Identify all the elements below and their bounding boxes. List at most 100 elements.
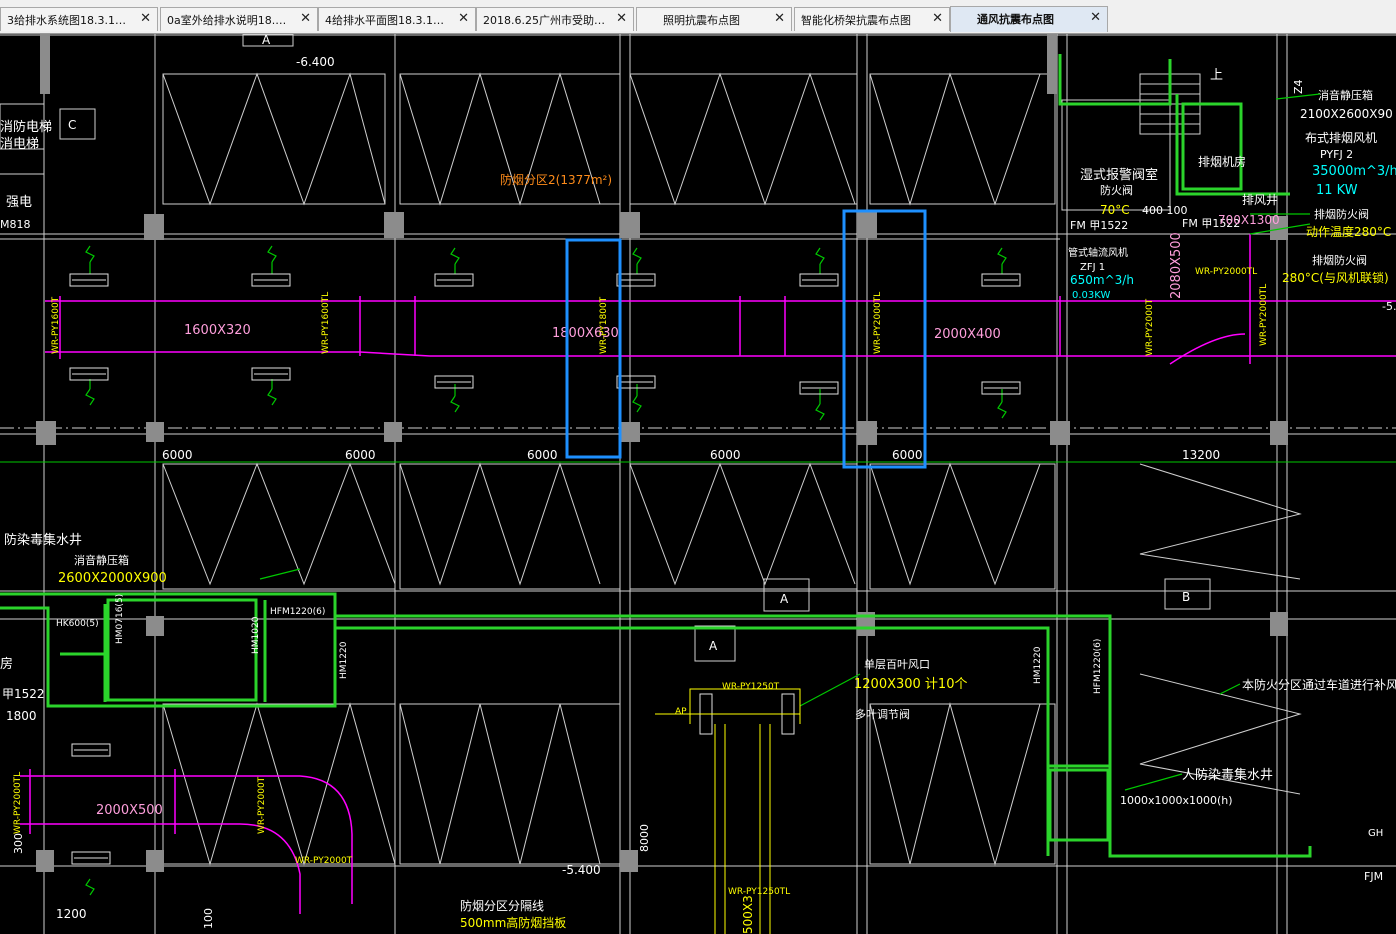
- close-icon[interactable]: ✕: [300, 11, 311, 26]
- anti-poison-well: 防染毒集水井: [4, 532, 82, 548]
- smoke-zone-label: 防烟分区2(1377m²): [500, 172, 612, 187]
- exhaust-valve-2: 排烟防火阀: [1312, 253, 1367, 267]
- tab-label: 智能化桥架抗震布点图: [801, 14, 911, 27]
- well-size: 1000x1000x1000(h): [1120, 794, 1233, 807]
- tab-label: 0a室外给排水说明18.…: [167, 14, 287, 27]
- cloth-exhaust-fan: 布式排烟风机: [1305, 131, 1377, 145]
- tab-label: 通风抗震布点图: [977, 13, 1054, 26]
- multi-damper: 多叶调节阀: [855, 707, 910, 721]
- highlight-box-1[interactable]: [565, 238, 622, 459]
- b-mark: B: [1182, 590, 1190, 604]
- highlight-box-2[interactable]: [842, 209, 927, 469]
- annotations: 防烟分区2(1377m²) 消防电梯 消电梯 强电 M818 C A 湿式报警阀…: [0, 34, 1396, 934]
- tab-ventilation-seismic[interactable]: 通风抗震布点图 ✕: [950, 6, 1108, 32]
- dim-100: 100: [202, 908, 215, 929]
- smoke-zone-line-label: 防烟分区分隔线: [460, 898, 544, 913]
- close-icon[interactable]: ✕: [932, 11, 943, 26]
- duct-size: 2000X500: [96, 803, 163, 818]
- fm-label: FM 甲1522: [1070, 219, 1128, 232]
- door-a1522: 甲1522: [2, 687, 45, 701]
- dim-500x: 500X3: [741, 895, 755, 934]
- tab-drainage-plan[interactable]: 4给排水平面图18.3.1… ✕: [318, 7, 476, 31]
- temp-280: 280°C(与风机联锁): [1282, 270, 1389, 285]
- anti-poison-well-2: 人防染毒集水井: [1182, 767, 1273, 783]
- duct-tag: WR-PY2000TL: [1259, 284, 1269, 346]
- duct-tag: WR-PY1250T: [722, 682, 780, 692]
- duct-tag: WR-PY1600TL: [321, 292, 331, 354]
- action-temp: 动作温度280°C: [1306, 224, 1391, 239]
- close-icon[interactable]: ✕: [774, 11, 785, 26]
- muffler-size-2: 2600X2000X900: [58, 571, 167, 586]
- duct-tag: WR-PY2000TL: [1195, 267, 1257, 277]
- close-icon[interactable]: ✕: [616, 11, 627, 26]
- tab-intelligent-tray-seismic[interactable]: 智能化桥架抗震布点图 ✕: [794, 7, 950, 31]
- exhaust-shaft: 排风井: [1242, 193, 1278, 207]
- structural-columns: [36, 34, 1288, 872]
- fan-power: 11 KW: [1316, 183, 1358, 198]
- exhaust-valve: 排烟防火阀: [1314, 207, 1369, 221]
- dim-bay: 6000: [710, 448, 741, 462]
- smoke-fan-room: 排烟机房: [1198, 154, 1246, 169]
- close-icon[interactable]: ✕: [458, 11, 469, 26]
- duct-tag: WR-PY2000T: [257, 776, 267, 834]
- zone-axis: Z4: [1292, 79, 1305, 94]
- smoke-barrier-label: 500mm高防烟挡板: [460, 915, 566, 930]
- hfm1220-label: HFM1220(6): [270, 607, 325, 617]
- tab-outdoor-drainage-notes[interactable]: 0a室外给排水说明18.… ✕: [160, 7, 318, 31]
- single-louver: 单层百叶风口: [864, 658, 930, 671]
- strong-elec-label: 强电: [6, 195, 32, 210]
- room-label: 房: [0, 656, 13, 672]
- flow-650: 650m^3/h: [1070, 273, 1134, 287]
- duct-tag: WR-PY2000T: [295, 856, 353, 866]
- level-mark: -5.400: [562, 863, 601, 877]
- minus5-label: -5.: [1382, 300, 1396, 313]
- compensate-note: 本防火分区通过车道进行补风: [1242, 677, 1396, 692]
- fan-airflow: 35000m^3/h: [1312, 164, 1396, 179]
- fire-valve-temp: 70°C: [1100, 203, 1130, 217]
- close-icon[interactable]: ✕: [1090, 10, 1101, 25]
- duct-size: 2080X500: [1169, 232, 1184, 299]
- dim-bay: 6000: [527, 448, 558, 462]
- louver-size: 1200X300 计10个: [854, 677, 967, 692]
- close-icon[interactable]: ✕: [140, 11, 151, 26]
- level-mark: -6.400: [296, 55, 335, 69]
- seismic-markers: [85, 93, 1321, 896]
- duct-size: 2000X400: [934, 327, 1001, 342]
- tab-drainage-system[interactable]: 3给排水系统图18.3.1… ✕: [0, 7, 158, 31]
- fjm-label: FJM: [1364, 870, 1383, 883]
- duct-tag: WR-PY2000TL: [873, 292, 883, 354]
- cad-drawing-canvas[interactable]: WR-PY1600T WR-PY1600TL WR-PY1800T WR-PY2…: [0, 34, 1396, 934]
- duct-tag: WR-PY1250TL: [728, 887, 790, 897]
- dim-bay: 13200: [1182, 448, 1220, 462]
- document-tab-bar: 3给排水系统图18.3.1… ✕ 0a室外给排水说明18.… ✕ 4给排水平面图…: [0, 0, 1396, 34]
- tab-label: 照明抗震布点图: [663, 14, 740, 27]
- hm1220-right: HM1220: [1033, 646, 1043, 684]
- tab-label: 4给排水平面图18.3.1…: [325, 14, 444, 27]
- tab-guangzhou-doc[interactable]: 2018.6.25广州市受助… ✕: [476, 7, 634, 31]
- duct-tags: WR-PY1600T WR-PY1600TL WR-PY1800T WR-PY2…: [13, 267, 1269, 897]
- pipe-fan-label: 管式轴流风机: [1068, 246, 1128, 259]
- hm1020-label: HM1020: [251, 616, 261, 654]
- kw-small: 0.03KW: [1072, 290, 1110, 301]
- muffler-box-label: 消音静压箱: [1318, 88, 1373, 102]
- hm1220-label: HM1220: [339, 641, 349, 679]
- hm0716-label: HM0716(5): [115, 594, 125, 644]
- size-label: 400 100: [1142, 204, 1188, 217]
- tab-label: 2018.6.25广州市受助…: [483, 14, 605, 27]
- muffler-size: 2100X2600X90: [1300, 107, 1393, 121]
- a-mark: A: [262, 34, 271, 47]
- hfm1220-right: HFM1220(6): [1093, 639, 1103, 694]
- fire-elevator-label: 消防电梯: [0, 119, 52, 135]
- dim-300: 300: [12, 833, 25, 854]
- dim-8000: 8000: [638, 824, 651, 852]
- dim-label: 700X1300: [1218, 213, 1280, 227]
- ap-label: AP: [675, 707, 687, 717]
- door-code: M818: [0, 218, 31, 231]
- dim-bay: 6000: [162, 448, 193, 462]
- a-mark-2: A: [780, 592, 789, 606]
- tab-lighting-seismic[interactable]: 照明抗震布点图 ✕: [636, 7, 792, 31]
- duct-size: 1600X320: [184, 323, 251, 338]
- duct-size: 1800X630: [552, 326, 619, 341]
- fan-code: PYFJ 2: [1320, 148, 1353, 161]
- gh-label: GH: [1368, 828, 1383, 839]
